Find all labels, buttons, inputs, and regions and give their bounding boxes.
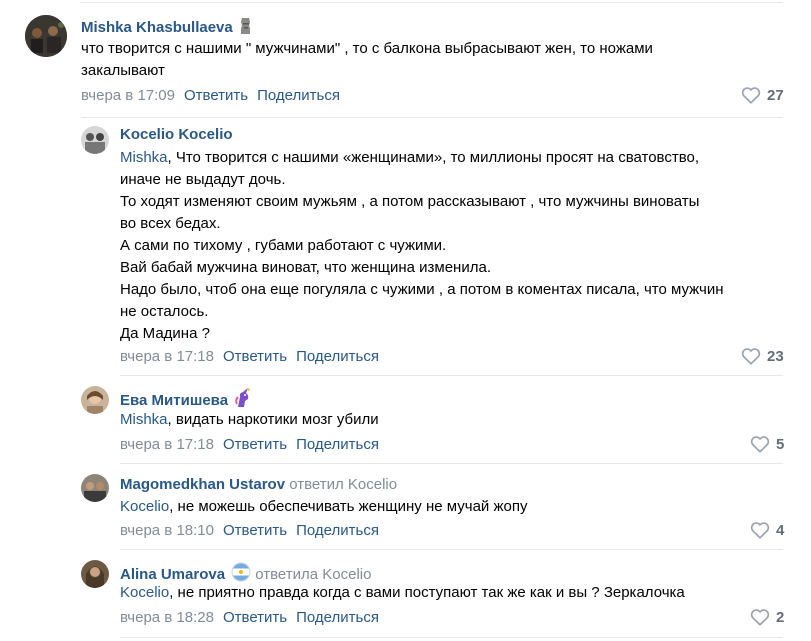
like-count: 2	[776, 608, 785, 626]
like-button[interactable]: 2	[750, 608, 784, 626]
author-name[interactable]: Alina Umarova	[120, 566, 225, 583]
comment-text-line: А сами по тихому , губами работают с чуж…	[120, 237, 447, 254]
comment-meta: вчера в 17:18 Ответить Поделиться	[120, 436, 379, 453]
comment-text-fragment: , не можешь обеспечивать женщину не муча…	[169, 498, 528, 515]
comment-timestamp[interactable]: вчера в 18:10	[120, 522, 214, 539]
comment-text: Mishka, видать наркотики мозг убили	[120, 409, 790, 431]
avatar[interactable]	[81, 474, 109, 502]
mention-link[interactable]: Kocelio	[120, 584, 169, 601]
comment-magomedkhan: Magomedkhan Ustarov ответил Kocelio Koce…	[0, 464, 811, 550]
share-button[interactable]: Поделиться	[296, 609, 379, 626]
comment-separator	[120, 637, 783, 638]
like-count: 4	[776, 521, 785, 539]
author-name[interactable]: Mishka Khasbullaeva	[81, 19, 233, 36]
comment-eva: Ева Митишева Mishka, видать наркотики мо…	[0, 378, 811, 464]
avatar[interactable]	[81, 386, 109, 414]
replied-to-label[interactable]: ответил Kocelio	[289, 476, 397, 493]
comment-author[interactable]: Magomedkhan Ustarov ответил Kocelio	[120, 476, 397, 493]
reply-button[interactable]: Ответить	[223, 436, 287, 453]
comment-text-line: во всех бедах.	[120, 215, 221, 232]
share-button[interactable]: Поделиться	[257, 87, 340, 104]
heart-outline-icon	[741, 87, 761, 104]
avatar[interactable]	[81, 126, 109, 154]
reply-button[interactable]: Ответить	[223, 522, 287, 539]
comment-text-line: Вай бабай мужчина виноват, что женщина и…	[120, 259, 491, 276]
heart-outline-icon	[750, 522, 770, 539]
comment-timestamp[interactable]: вчера в 18:28	[120, 609, 214, 626]
mention-link[interactable]: Mishka	[120, 149, 168, 166]
heart-outline-icon	[741, 348, 761, 365]
avatar[interactable]	[25, 15, 67, 57]
share-button[interactable]: Поделиться	[296, 522, 379, 539]
like-count: 27	[767, 86, 784, 104]
comment-text-line: закалывают	[81, 62, 165, 79]
comment-text-line: не осталось.	[120, 303, 209, 320]
share-button[interactable]: Поделиться	[296, 348, 379, 365]
comment-text-line: То ходят изменяют своим мужьям , а потом…	[120, 193, 700, 210]
comment-meta: вчера в 17:09 Ответить Поделиться	[81, 87, 340, 104]
heart-outline-icon	[750, 609, 770, 626]
like-count: 5	[776, 435, 785, 453]
comment-meta: вчера в 18:10 Ответить Поделиться	[120, 522, 379, 539]
comment-meta: вчера в 18:28 Ответить Поделиться	[120, 609, 379, 626]
comment-author[interactable]: Mishka Khasbullaeva	[81, 17, 253, 39]
comment-alina: Alina Umarova ответила Kocelio Kocelio, …	[0, 550, 811, 641]
comment-text: Kocelio, не приятно правда когда с вами …	[120, 582, 800, 604]
comment-author[interactable]: Kocelio Kocelio	[120, 126, 233, 143]
comment-text-line: Надо было, чтоб она еще погуляла с чужим…	[120, 281, 724, 298]
comment-timestamp[interactable]: вчера в 17:18	[120, 348, 214, 365]
mention-link[interactable]: Mishka	[120, 411, 168, 428]
comment-meta: вчера в 17:18 Ответить Поделиться	[120, 348, 379, 365]
comment-kocelio: Kocelio Kocelio Mishka, Что творится с н…	[0, 118, 811, 378]
like-button[interactable]: 27	[741, 86, 784, 104]
comment-text-line: что творится с нашими " мужчинами" , то …	[81, 40, 653, 57]
mention-link[interactable]: Kocelio	[120, 498, 169, 515]
comment-text-line: Mishka, Что творится с нашими «женщинами…	[120, 147, 790, 169]
comment-timestamp[interactable]: вчера в 17:18	[120, 436, 214, 453]
comment-text-fragment: , Что творится с нашими «женщинами», то …	[167, 149, 700, 166]
comment-text: Mishka, Что творится с нашими «женщинами…	[120, 147, 790, 345]
comment-text: Kocelio, не можешь обеспечивать женщину …	[120, 496, 790, 518]
comment-mishka: Mishka Khasbullaeva что творится с нашим…	[0, 0, 811, 118]
comment-text-line: Да Мадина ?	[120, 325, 210, 342]
replied-to-label[interactable]: ответила Kocelio	[255, 566, 371, 583]
reply-button[interactable]: Ответить	[223, 609, 287, 626]
avatar[interactable]	[81, 560, 109, 588]
like-button[interactable]: 5	[750, 435, 784, 453]
moai-icon	[239, 17, 253, 39]
comment-text-fragment: , видать наркотики мозг убили	[167, 411, 379, 428]
like-button[interactable]: 23	[741, 347, 784, 365]
like-count: 23	[767, 347, 784, 365]
comment-text-fragment: , не приятно правда когда с вами поступа…	[169, 584, 685, 601]
like-button[interactable]: 4	[750, 521, 784, 539]
reply-button[interactable]: Ответить	[184, 87, 248, 104]
comment-text: что творится с нашими " мужчинами" , то …	[81, 38, 781, 82]
share-button[interactable]: Поделиться	[296, 436, 379, 453]
heart-outline-icon	[750, 436, 770, 453]
author-name[interactable]: Ева Митишева	[120, 392, 228, 409]
comment-timestamp[interactable]: вчера в 17:09	[81, 87, 175, 104]
comment-separator	[120, 375, 783, 376]
comment-text-line: иначе не выдадут дочь.	[120, 171, 286, 188]
author-name[interactable]: Magomedkhan Ustarov	[120, 476, 285, 493]
reply-button[interactable]: Ответить	[223, 348, 287, 365]
